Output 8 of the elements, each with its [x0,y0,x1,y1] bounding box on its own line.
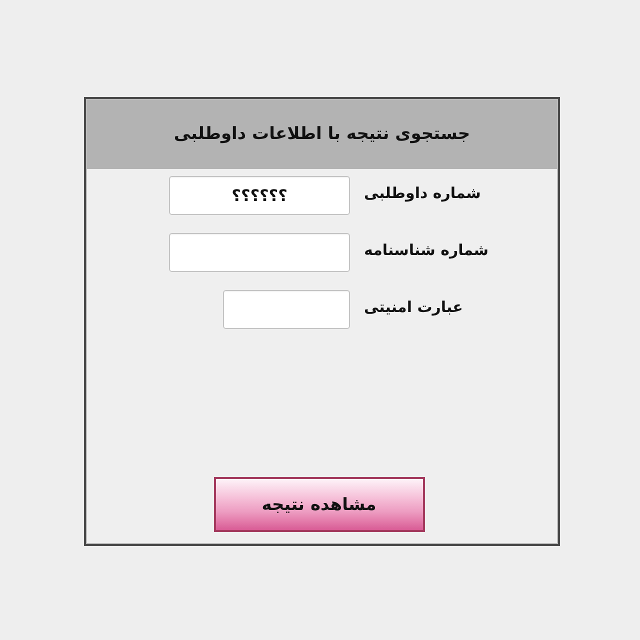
field-label: عبارت امنیتی [364,298,463,316]
field-label: شماره داوطلبی [364,184,481,202]
input-field[interactable] [223,290,350,329]
input-field[interactable] [169,233,350,272]
show-result-button[interactable]: مشاهده نتیجه [214,477,424,532]
form-title: جستجوی نتیجه با اطلاعات داوطلبی [174,124,470,144]
field-label: شماره شناسنامه [364,240,489,258]
input-field[interactable]: ؟؟؟؟؟؟ [169,176,350,215]
